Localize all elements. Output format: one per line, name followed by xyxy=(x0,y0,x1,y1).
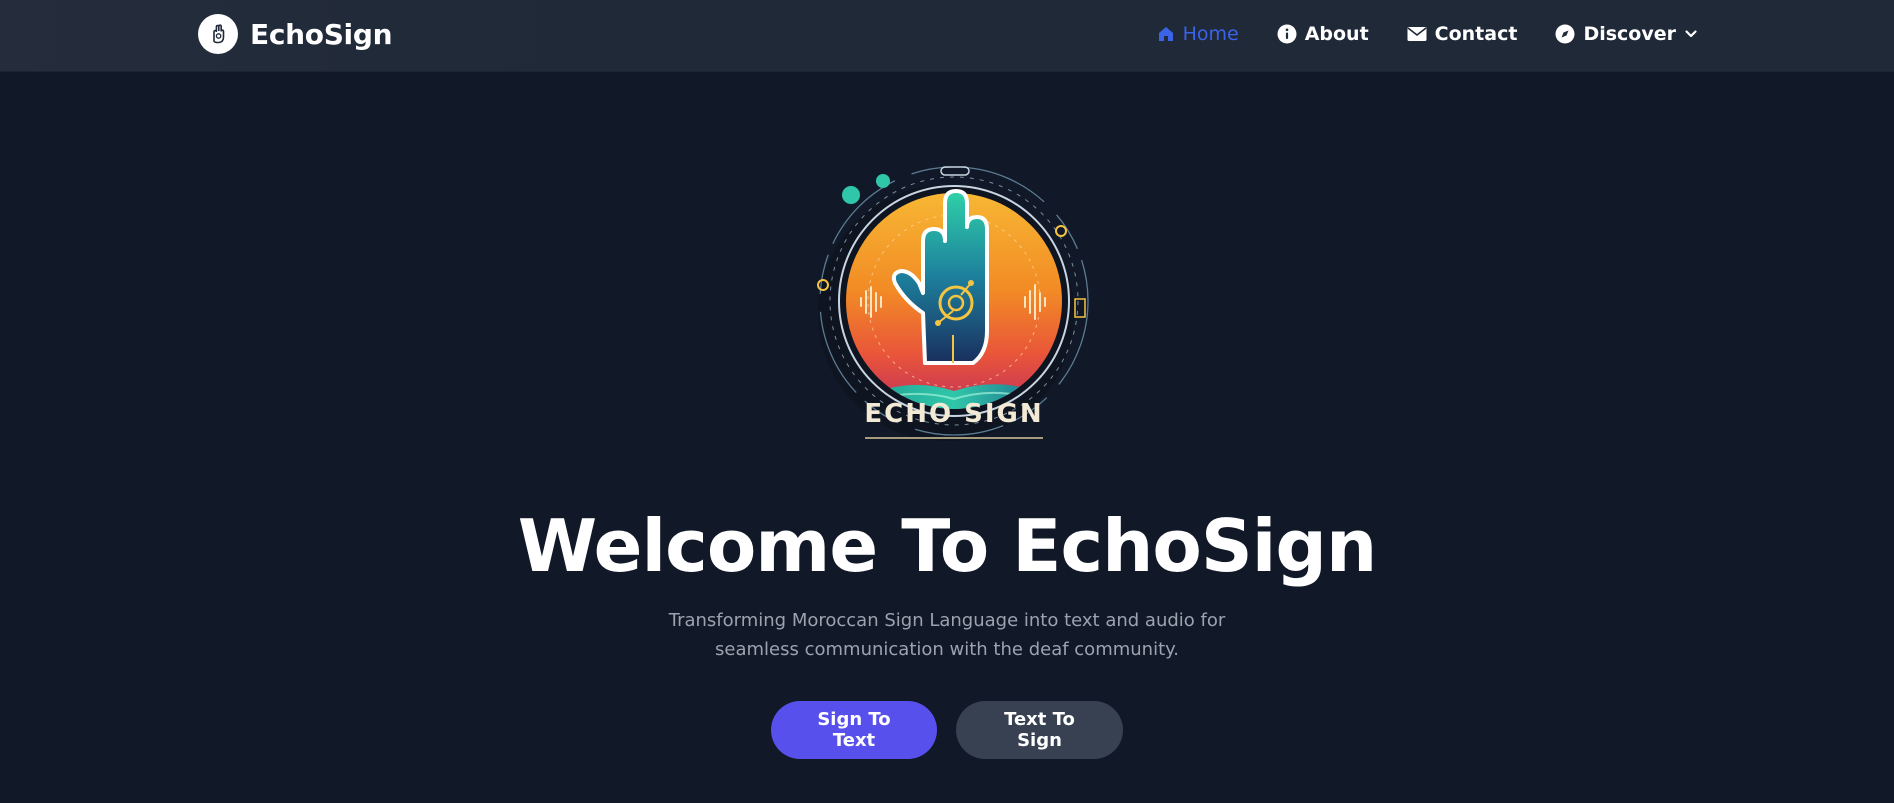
compass-icon xyxy=(1555,24,1575,44)
nav-home-label: Home xyxy=(1182,23,1239,45)
sign-to-text-button[interactable]: Sign To Text xyxy=(771,701,937,759)
hero-logo: ECHO SIGN xyxy=(803,163,1089,455)
chevron-down-icon xyxy=(1684,27,1698,41)
nav-discover-dropdown[interactable]: Discover xyxy=(1555,23,1698,45)
hero-logo-text: ECHO SIGN xyxy=(864,399,1043,429)
brand-home-link[interactable]: EchoSign xyxy=(198,14,393,54)
nav-about-label: About xyxy=(1304,23,1369,45)
hero-subtitle: Transforming Moroccan Sign Language into… xyxy=(668,610,1226,660)
info-icon xyxy=(1277,24,1297,44)
nav-home[interactable]: Home xyxy=(1157,23,1239,45)
nav-about[interactable]: About xyxy=(1277,23,1369,45)
hand-icon xyxy=(198,14,238,54)
brand-name: EchoSign xyxy=(250,17,393,51)
nav-discover-label: Discover xyxy=(1583,23,1676,45)
hero-actions: Sign To Text Text To Sign xyxy=(0,701,1894,759)
nav-contact[interactable]: Contact xyxy=(1407,23,1518,45)
text-to-sign-button[interactable]: Text To Sign xyxy=(956,701,1123,759)
nav-contact-label: Contact xyxy=(1434,23,1518,45)
envelope-icon xyxy=(1407,26,1427,42)
nav-links: Home About Contact Discover xyxy=(1157,20,1698,48)
house-icon xyxy=(1157,25,1175,43)
hero-title: Welcome To EchoSign xyxy=(517,504,1377,588)
top-navbar: EchoSign Home About Contact Discover xyxy=(0,0,1894,72)
